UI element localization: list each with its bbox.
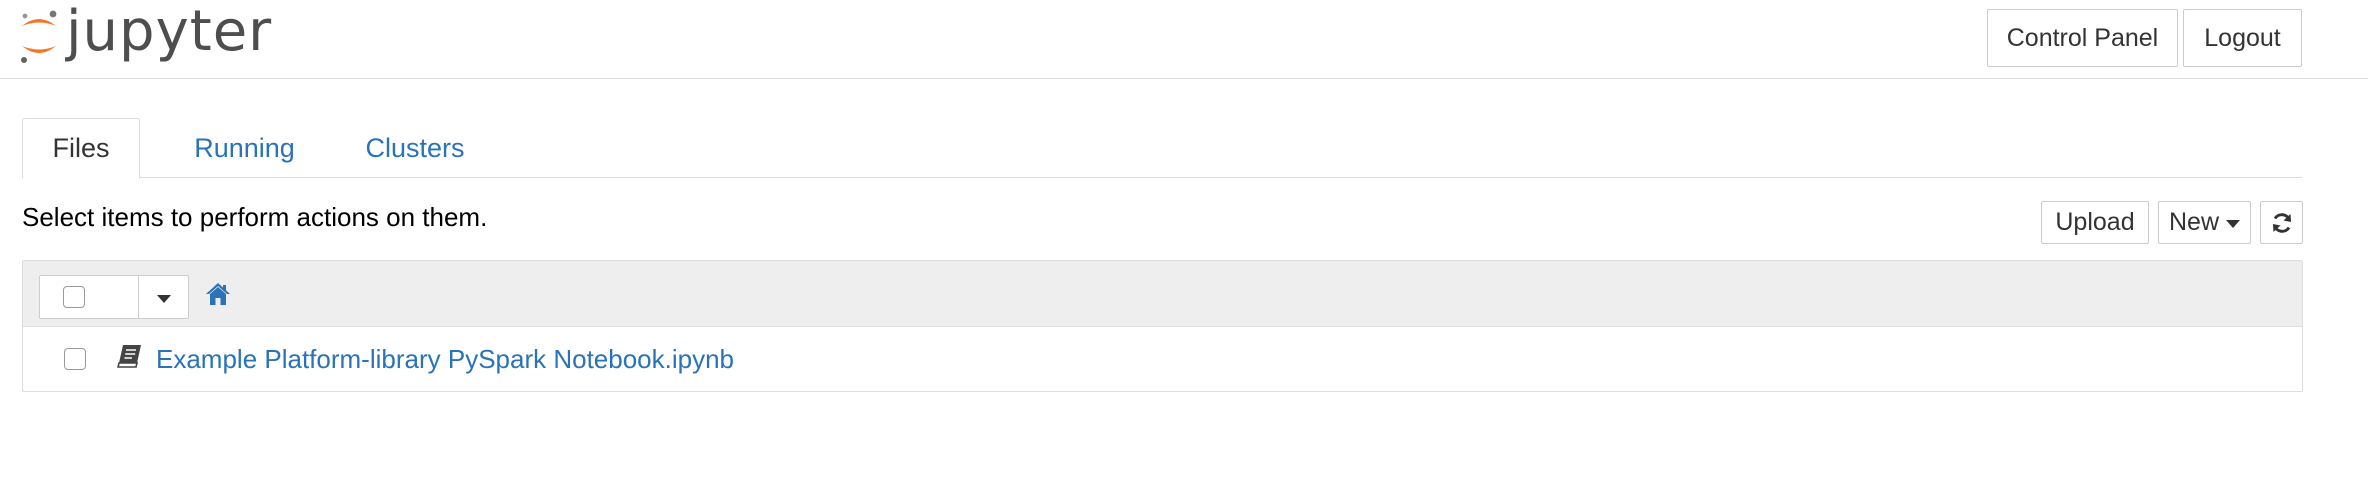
notebook-icon [117,345,141,368]
page-header: jupyter Control Panel Logout [0,0,2368,79]
tab-files[interactable]: Files [22,118,140,179]
control-panel-button[interactable]: Control Panel [1987,9,2178,67]
caret-down-icon [2226,220,2240,228]
select-all-checkbox[interactable] [63,286,85,308]
item-checkbox[interactable] [64,348,86,370]
list-item[interactable]: Example Platform-library PySpark Noteboo… [23,327,2302,391]
new-dropdown-button[interactable]: New [2158,201,2251,244]
home-icon[interactable] [205,282,231,306]
select-all-toggle[interactable] [40,276,139,318]
notebook-link[interactable]: Example Platform-library PySpark Noteboo… [156,344,734,375]
jupyter-logo[interactable]: jupyter [18,0,272,66]
tab-bar: Files Running Clusters [22,118,2302,179]
jupyter-logo-icon [21,10,57,63]
tab-clusters[interactable]: Clusters [330,118,500,178]
select-menu-button[interactable] [139,276,188,318]
new-button-label: New [2168,208,2219,236]
instructions-text: Select items to perform actions on them. [22,202,488,232]
refresh-icon [2272,212,2291,233]
select-all-group [39,275,189,319]
tab-running[interactable]: Running [162,118,327,178]
refresh-button[interactable] [2260,201,2303,244]
logo-text: jupyter [66,0,273,64]
listing-header [23,261,2302,327]
upload-button[interactable]: Upload [2041,201,2149,244]
caret-down-icon [156,295,171,303]
logout-button[interactable]: Logout [2183,9,2302,67]
file-listing: Example Platform-library PySpark Noteboo… [22,260,2303,392]
